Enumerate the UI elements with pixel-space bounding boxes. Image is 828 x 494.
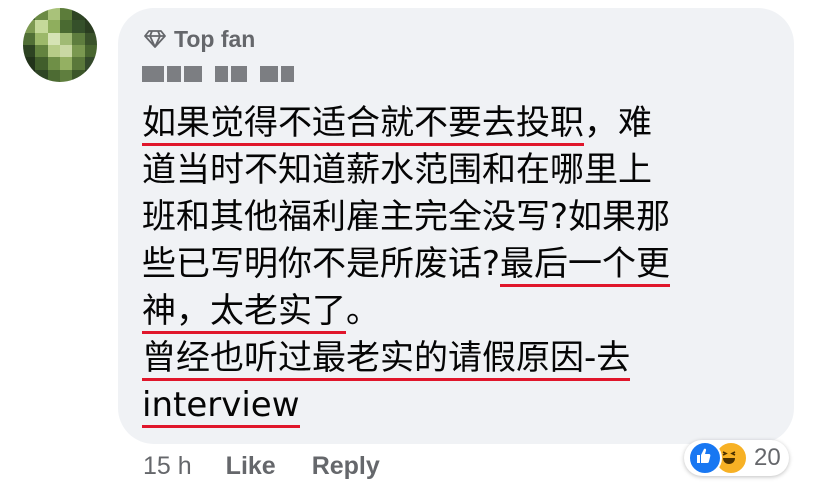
comment-text-segment: 。 — [346, 291, 380, 331]
underlined-text: 神，太老实了 — [142, 291, 346, 334]
top-fan-badge: Top fan — [144, 24, 255, 54]
avatar[interactable] — [23, 8, 97, 82]
comment-line: 如果觉得不适合就不要去投职，难 — [142, 100, 782, 147]
comment-text-segment: 些已写明你不是所废话? — [142, 244, 501, 284]
comment-line: 神，太老实了。 — [142, 288, 782, 335]
comment-text-segment: 道当时不知道薪水范围和在哪里上 — [142, 150, 652, 190]
comment-text-segment: 班和其他福利雇主完全没写?如果那 — [142, 197, 671, 237]
like-icon — [688, 441, 722, 475]
comment-line: 道当时不知道薪水范围和在哪里上 — [142, 147, 782, 194]
underlined-text: interview — [142, 385, 300, 428]
comment-line: 班和其他福利雇主完全没写?如果那 — [142, 194, 782, 241]
comment-line: 些已写明你不是所废话?最后一个更 — [142, 241, 782, 288]
like-button[interactable]: Like — [226, 452, 276, 481]
timestamp[interactable]: 15 h — [143, 452, 192, 481]
comment-line: interview — [142, 382, 782, 429]
reaction-count: 20 — [754, 444, 781, 471]
comment-line: 曾经也听过最老实的请假原因-去 — [142, 335, 782, 382]
reply-button[interactable]: Reply — [312, 452, 380, 481]
author-name-blurred[interactable] — [142, 64, 295, 84]
diamond-icon — [144, 30, 166, 48]
comment-text: 如果觉得不适合就不要去投职，难 道当时不知道薪水范围和在哪里上 班和其他福利雇主完全… — [142, 100, 782, 429]
comment-actions: 15 h Like Reply — [143, 452, 416, 481]
underlined-text: 曾经也听过最老实的请假原因-去 — [142, 338, 631, 381]
reaction-summary[interactable]: 20 — [684, 440, 789, 476]
underlined-text: 最后一个更 — [500, 244, 671, 287]
comment-text-segment: ，难 — [584, 103, 652, 143]
underlined-text: 如果觉得不适合就不要去投职 — [142, 103, 584, 146]
badge-label: Top fan — [174, 25, 256, 52]
